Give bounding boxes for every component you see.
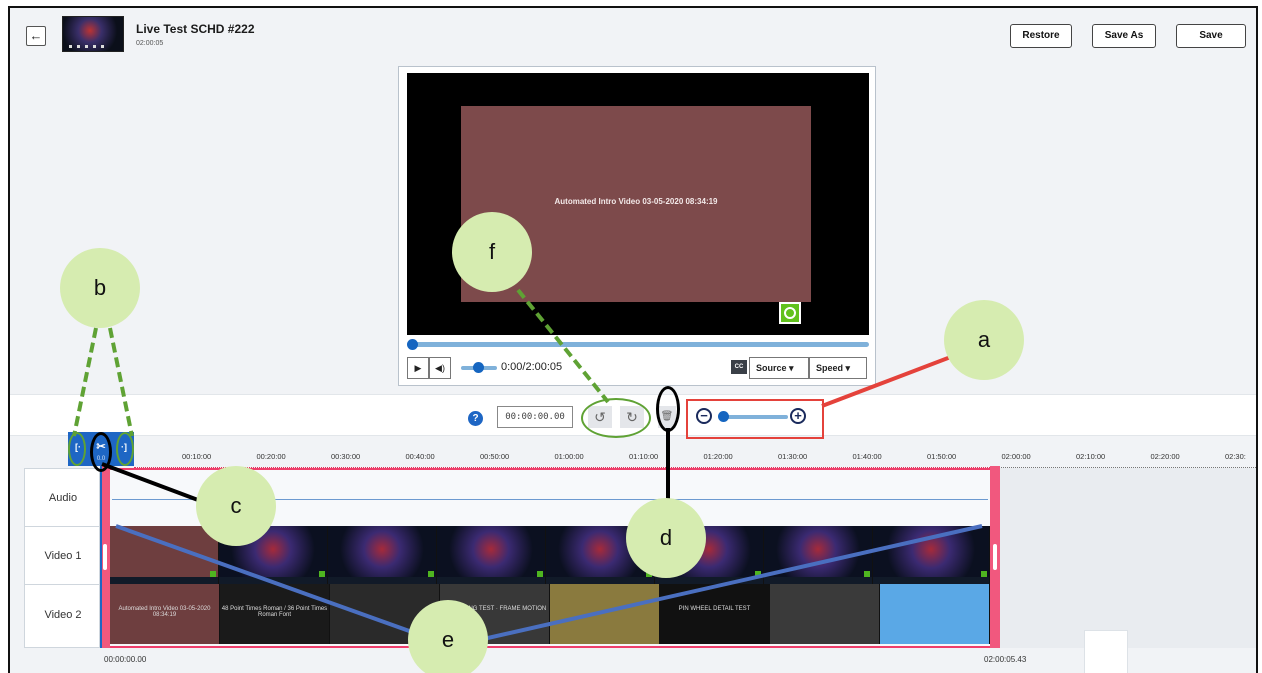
callout-f: f (452, 212, 532, 292)
mark-in-highlight (68, 432, 86, 466)
editor-window: ← Live Test SCHD #222 02:00:05 Restore S… (8, 6, 1258, 673)
callout-c: c (196, 466, 276, 546)
line-b-left (72, 327, 98, 437)
callout-b: b (60, 248, 140, 328)
annotation-lines (72, 288, 991, 644)
line-f (516, 288, 610, 404)
line-e-right (469, 524, 983, 644)
delete-highlight (656, 386, 680, 432)
mark-out-highlight (116, 432, 134, 466)
split-highlight (90, 432, 112, 472)
line-e-left (115, 524, 441, 644)
callout-d: d (626, 498, 706, 578)
line-b-right (108, 327, 134, 437)
zoom-highlight-box (686, 399, 824, 439)
line-c (101, 462, 207, 505)
undo-redo-highlight (581, 398, 651, 438)
callout-e: e (408, 600, 488, 673)
callout-a: a (944, 300, 1024, 380)
